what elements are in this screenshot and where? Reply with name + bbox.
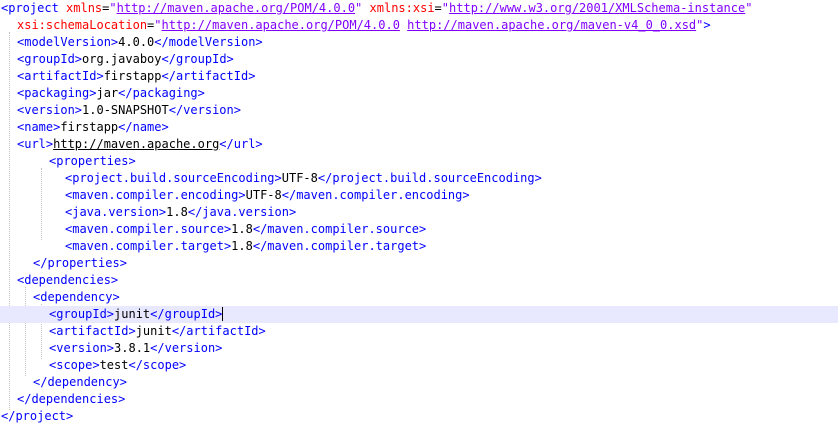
xml-tag: <artifactId> <box>17 69 104 83</box>
xml-tag: </groupId> <box>161 52 234 66</box>
xml-tag: </modelVersion> <box>154 35 263 49</box>
xml-tag: <project.build.sourceEncoding> <box>65 171 282 185</box>
element-text: 1.0-SNAPSHOT <box>82 103 169 117</box>
attribute-value-link[interactable]: http://maven.apache.org/POM/4.0.0 <box>117 1 355 15</box>
code-line[interactable]: xsi:schemaLocation="http://maven.apache.… <box>0 17 838 34</box>
xml-tag: </version> <box>150 341 223 355</box>
element-text: jar <box>96 86 119 100</box>
code-line[interactable]: <artifactId>junit</artifactId> <box>0 323 838 340</box>
xml-tag: </scope> <box>128 358 187 372</box>
code-line[interactable]: <dependency> <box>0 289 838 306</box>
code-line[interactable]: <maven.compiler.target>1.8</maven.compil… <box>0 238 838 255</box>
attribute-value: " <box>745 1 753 15</box>
element-text: 1.8 <box>231 222 253 236</box>
code-line-current[interactable]: <groupId>junit</groupId> <box>0 306 838 323</box>
xml-tag: <dependencies> <box>17 273 119 287</box>
xml-tag: </properties> <box>33 256 127 270</box>
xml-tag: </dependency> <box>33 375 127 389</box>
xml-tag: <project <box>1 1 59 15</box>
xml-tag: <groupId> <box>49 307 115 321</box>
url-link[interactable]: http://maven.apache.org <box>53 137 219 151</box>
xml-tag: > <box>703 18 711 32</box>
code-line[interactable]: </dependencies> <box>0 391 838 408</box>
element-text: junit <box>135 324 172 338</box>
code-line[interactable]: </properties> <box>0 255 838 272</box>
code-line[interactable]: <artifactId>firstapp</artifactId> <box>0 68 838 85</box>
xml-tag: <properties> <box>49 154 136 168</box>
xml-tag: </version> <box>168 103 241 117</box>
element-text: 1.8 <box>166 205 188 219</box>
element-text: 4.0.0 <box>118 35 155 49</box>
xml-tag: </project.build.sourceEncoding> <box>317 171 542 185</box>
attribute-value: " <box>441 1 450 15</box>
xml-tag: </groupId> <box>150 307 223 321</box>
xml-tag: <groupId> <box>17 52 83 66</box>
code-line[interactable]: <version>1.0-SNAPSHOT</version> <box>0 102 838 119</box>
code-line[interactable]: <version>3.8.1</version> <box>0 340 838 357</box>
attribute-value: " <box>154 18 162 32</box>
code-line[interactable]: <project xmlns="http://maven.apache.org/… <box>0 0 838 17</box>
element-text: UTF-8 <box>281 171 318 185</box>
code-line[interactable]: <maven.compiler.encoding>UTF-8</maven.co… <box>0 187 838 204</box>
xml-tag: </dependencies> <box>17 392 126 406</box>
code-line[interactable]: <maven.compiler.source>1.8</maven.compil… <box>0 221 838 238</box>
element-text: 1.8 <box>231 239 253 253</box>
xml-tag: <modelVersion> <box>17 35 119 49</box>
whitespace: = <box>434 1 442 15</box>
element-text: firstapp <box>60 120 119 134</box>
attribute-name: xsi:schemaLocation <box>17 18 148 32</box>
code-line[interactable]: <scope>test</scope> <box>0 357 838 374</box>
xml-tag: </packaging> <box>118 86 205 100</box>
attribute-value-link[interactable]: http://www.w3.org/2001/XMLSchema-instanc… <box>449 1 745 15</box>
attribute-value-link[interactable]: http://maven.apache.org/POM/4.0.0 <box>162 18 400 32</box>
code-line[interactable]: <modelVersion>4.0.0</modelVersion> <box>0 34 838 51</box>
attribute-name: xmlns <box>66 1 103 15</box>
element-text: junit <box>114 307 151 321</box>
xml-tag: <version> <box>49 341 115 355</box>
xml-tag: <maven.compiler.encoding> <box>65 188 246 202</box>
element-text: 3.8.1 <box>114 341 151 355</box>
attribute-name: xmlns:xsi <box>369 1 435 15</box>
code-line[interactable]: </project> <box>0 408 838 425</box>
code-line[interactable]: <groupId>org.javaboy</groupId> <box>0 51 838 68</box>
xml-tag: <java.version> <box>65 205 167 219</box>
attribute-value: " <box>109 1 117 15</box>
element-text: org.javaboy <box>82 52 162 66</box>
code-line[interactable]: <url>http://maven.apache.org</url> <box>0 136 838 153</box>
text-caret <box>222 307 223 321</box>
code-line[interactable]: <dependencies> <box>0 272 838 289</box>
xml-tag: <artifactId> <box>49 324 136 338</box>
xml-tag: <maven.compiler.target> <box>65 239 232 253</box>
xml-tag: </name> <box>118 120 169 134</box>
xml-tag: </project> <box>1 409 74 423</box>
element-text: UTF-8 <box>245 188 282 202</box>
xml-tag: <maven.compiler.source> <box>65 222 232 236</box>
xml-tag: </maven.compiler.source> <box>252 222 427 236</box>
xml-tag: </java.version> <box>187 205 297 219</box>
code-line[interactable]: </dependency> <box>0 374 838 391</box>
xml-tag: <scope> <box>49 358 100 372</box>
xml-tag: </maven.compiler.target> <box>252 239 427 253</box>
element-text: firstapp <box>103 69 162 83</box>
xml-tag: </url> <box>219 137 263 151</box>
xml-tag: <version> <box>17 103 83 117</box>
code-line[interactable]: <properties> <box>0 153 838 170</box>
xml-tag: <dependency> <box>33 290 120 304</box>
xml-tag: </maven.compiler.encoding> <box>281 188 470 202</box>
xml-tag: </artifactId> <box>171 324 266 338</box>
xml-tag: <url> <box>17 137 54 151</box>
code-line[interactable]: <java.version>1.8</java.version> <box>0 204 838 221</box>
code-editor[interactable]: <project xmlns="http://maven.apache.org/… <box>0 0 838 428</box>
code-line[interactable]: <packaging>jar</packaging> <box>0 85 838 102</box>
element-text: test <box>99 358 129 372</box>
attribute-value-link[interactable]: http://maven.apache.org/maven-v4_0_0.xsd <box>407 18 696 32</box>
code-line[interactable]: <name>firstapp</name> <box>0 119 838 136</box>
xml-tag: </artifactId> <box>161 69 256 83</box>
xml-tag: <packaging> <box>17 86 97 100</box>
xml-tag: <name> <box>17 120 61 134</box>
code-line[interactable]: <project.build.sourceEncoding>UTF-8</pro… <box>0 170 838 187</box>
